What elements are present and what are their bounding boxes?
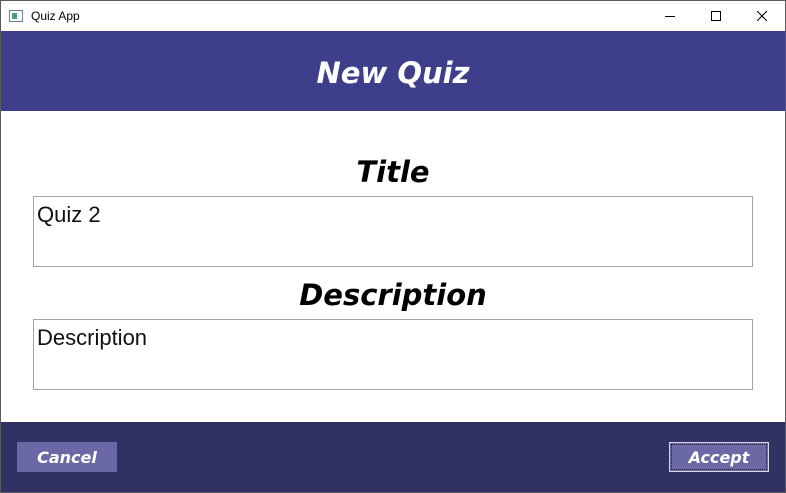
- close-icon: [757, 11, 767, 21]
- description-label: Description: [299, 278, 487, 312]
- description-input[interactable]: Description: [33, 319, 753, 390]
- app-icon-detail: [12, 13, 17, 19]
- accept-button[interactable]: Accept: [669, 442, 769, 472]
- minimize-button[interactable]: [647, 1, 693, 31]
- title-input-value: Quiz 2: [37, 202, 101, 227]
- page-header: New Quiz: [1, 31, 785, 111]
- title-label: Title: [356, 155, 430, 189]
- footer-bar: Cancel Accept: [1, 422, 785, 492]
- description-input-value: Description: [37, 325, 148, 350]
- minimize-icon: [665, 16, 675, 17]
- maximize-button[interactable]: [693, 1, 739, 31]
- page-title: New Quiz: [316, 56, 470, 90]
- app-window: Quiz App New Quiz Title Quiz 2 Descripti…: [0, 0, 786, 493]
- title-input[interactable]: Quiz 2: [33, 196, 753, 267]
- app-icon: [9, 10, 23, 22]
- cancel-button[interactable]: Cancel: [17, 442, 117, 472]
- maximize-icon: [711, 11, 721, 21]
- window-title: Quiz App: [31, 9, 80, 23]
- title-bar: Quiz App: [1, 1, 785, 31]
- close-button[interactable]: [739, 1, 785, 31]
